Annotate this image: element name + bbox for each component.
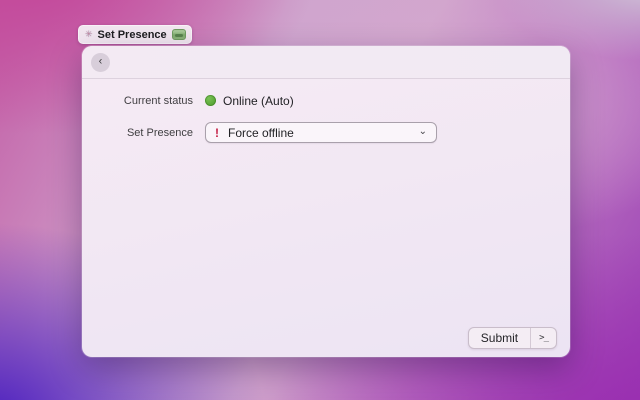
set-presence-window: ‹ Current status Online (Auto) Set Prese… [82,46,570,357]
current-status-row: Current status Online (Auto) [82,90,570,111]
current-status-label: Current status [123,94,193,107]
desktop-wallpaper: ✳ Set Presence ‹ Current status Online (… [0,0,640,400]
window-footer: Submit >_ [467,327,557,349]
submit-button-group: Submit >_ [467,327,557,349]
current-status-value-group: Online (Auto) [205,94,294,108]
set-presence-label: Set Presence [126,126,193,139]
tab-title: Set Presence [97,28,167,41]
presence-selected-value: Force offline [228,125,294,140]
pinwheel-icon: ✳ [85,29,93,39]
exclamation-icon: ! [215,125,219,140]
current-status-value: Online (Auto) [223,93,294,108]
chevron-down-icon: ⌄ [418,125,427,137]
submit-button[interactable]: Submit [469,328,530,348]
terminal-shortcut-button[interactable]: >_ [530,328,556,348]
set-presence-tab[interactable]: ✳ Set Presence [78,25,192,44]
set-presence-row: Set Presence ! Force offline ⌄ [82,122,570,143]
chevron-left-icon: ‹ [98,55,103,68]
window-header: ‹ [82,46,570,79]
online-status-dot [205,95,216,106]
presence-form: Current status Online (Auto) Set Presenc… [82,79,570,143]
presence-select[interactable]: ! Force offline ⌄ [205,122,437,143]
camera-icon [171,29,186,40]
back-button[interactable]: ‹ [91,53,110,72]
